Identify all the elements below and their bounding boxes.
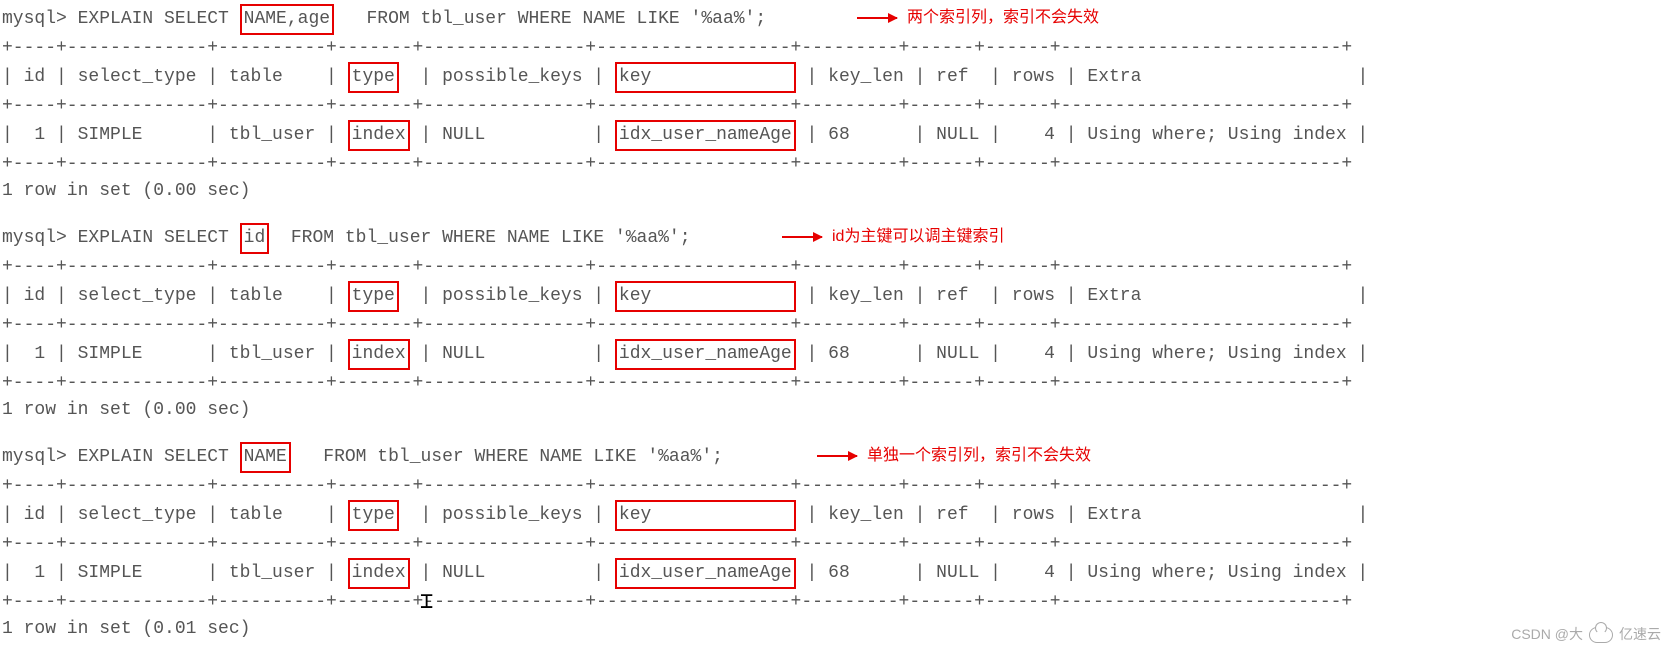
- boxed-type-header: type: [348, 500, 399, 531]
- arrow-icon: [817, 455, 857, 457]
- divider: +----+-------------+----------+-------+-…: [2, 312, 1667, 339]
- divider: +----+-------------+----------+-------+-…: [2, 93, 1667, 120]
- boxed-key-value: idx_user_nameAge: [615, 120, 796, 151]
- annotation-1: 两个索引列，索引不会失效: [857, 6, 1099, 30]
- boxed-type-value: index: [348, 120, 410, 151]
- data-row: | 1 | SIMPLE | tbl_user | index | NULL |…: [2, 558, 1667, 589]
- result-footer: 1 row in set (0.00 sec): [2, 397, 1667, 424]
- divider: +----+-------------+----------+-------+-…: [2, 589, 1667, 616]
- watermark-csdn: CSDN @大: [1511, 624, 1583, 645]
- header-row: | id | select_type | table | type | poss…: [2, 62, 1667, 93]
- query-block-3: 单独一个索引列，索引不会失效 mysql> EXPLAIN SELECT NAM…: [2, 442, 1667, 643]
- header-row: | id | select_type | table | type | poss…: [2, 281, 1667, 312]
- data-row: | 1 | SIMPLE | tbl_user | index | NULL |…: [2, 339, 1667, 370]
- divider: +----+-------------+----------+-------+-…: [2, 473, 1667, 500]
- divider: +----+-------------+----------+-------+-…: [2, 254, 1667, 281]
- divider: +----+-------------+----------+-------+-…: [2, 370, 1667, 397]
- divider: +----+-------------+----------+-------+-…: [2, 35, 1667, 62]
- annotation-text: 两个索引列，索引不会失效: [907, 6, 1099, 30]
- header-row: | id | select_type | table | type | poss…: [2, 500, 1667, 531]
- query-block-1: 两个索引列，索引不会失效 mysql> EXPLAIN SELECT NAME,…: [2, 4, 1667, 205]
- query-block-2: id为主键可以调主键索引 mysql> EXPLAIN SELECT id FR…: [2, 223, 1667, 424]
- boxed-key-value: idx_user_nameAge: [615, 558, 796, 589]
- boxed-key-header: key: [615, 281, 796, 312]
- divider: +----+-------------+----------+-------+-…: [2, 151, 1667, 178]
- annotation-2: id为主键可以调主键索引: [782, 225, 1004, 249]
- sql-line: mysql> EXPLAIN SELECT NAME,age FROM tbl_…: [2, 4, 1667, 35]
- arrow-icon: [857, 17, 897, 19]
- watermark: CSDN @大 亿速云: [1511, 624, 1661, 645]
- boxed-type-value: index: [348, 339, 410, 370]
- result-footer: 1 row in set (0.00 sec): [2, 178, 1667, 205]
- cloud-icon: [1589, 627, 1613, 643]
- boxed-key-value: idx_user_nameAge: [615, 339, 796, 370]
- watermark-yisu: 亿速云: [1619, 624, 1661, 645]
- arrow-icon: [782, 236, 822, 238]
- result-footer: 1 row in set (0.01 sec): [2, 616, 1667, 643]
- boxed-columns: id: [240, 223, 270, 254]
- data-row: | 1 | SIMPLE | tbl_user | index | NULL |…: [2, 120, 1667, 151]
- boxed-key-header: key: [615, 500, 796, 531]
- divider: +----+-------------+----------+-------+-…: [2, 531, 1667, 558]
- annotation-3: 单独一个索引列，索引不会失效: [817, 444, 1091, 468]
- boxed-type-value: index: [348, 558, 410, 589]
- annotation-text: 单独一个索引列，索引不会失效: [867, 444, 1091, 468]
- text-cursor-icon: ⌶: [420, 586, 433, 619]
- boxed-key-header: key: [615, 62, 796, 93]
- boxed-type-header: type: [348, 281, 399, 312]
- boxed-columns: NAME,age: [240, 4, 334, 35]
- annotation-text: id为主键可以调主键索引: [832, 225, 1004, 249]
- boxed-columns: NAME: [240, 442, 291, 473]
- boxed-type-header: type: [348, 62, 399, 93]
